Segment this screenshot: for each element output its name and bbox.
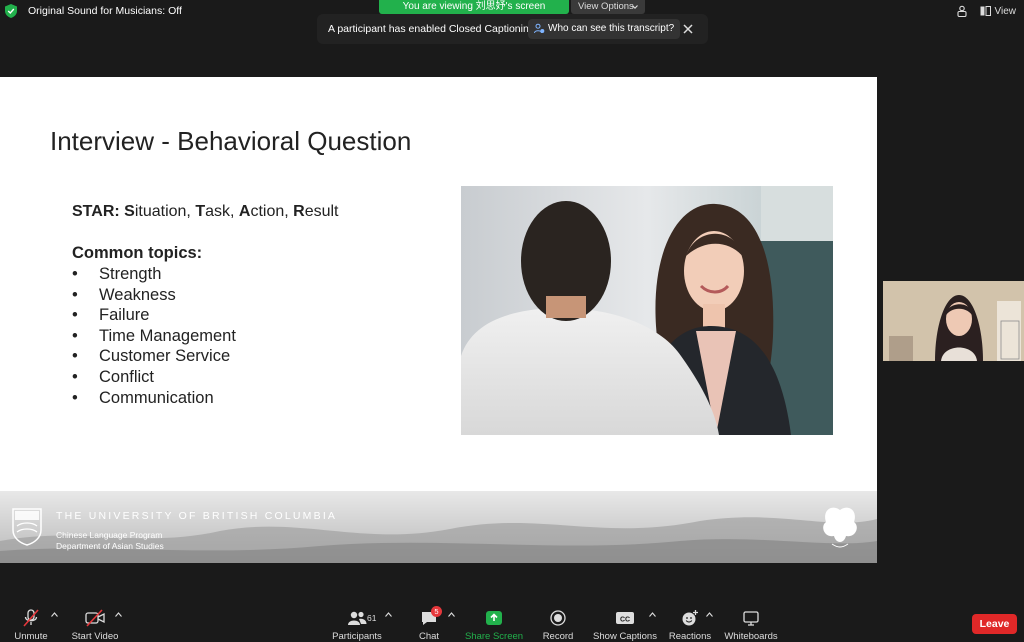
reactions-button[interactable]: Reactions [667, 603, 713, 642]
share-screen-button[interactable]: Share Screen [464, 603, 524, 642]
show-captions-button[interactable]: CC Show Captions [592, 603, 658, 642]
people-icon [534, 23, 545, 34]
list-item: Customer Service [72, 347, 236, 368]
list-item: Time Management [72, 327, 236, 348]
start-video-button[interactable]: Start Video [68, 603, 122, 642]
zoom-meeting-window: Original Sound for Musicians: Off You ar… [0, 0, 1024, 642]
mountain-graphic [0, 517, 877, 563]
flower-emblem-logo [823, 507, 857, 548]
emoji-plus-icon [682, 610, 698, 626]
svg-text:CC: CC [620, 617, 630, 624]
share-screen-icon [486, 611, 502, 625]
meeting-toolbar: Unmute Start Video Participants 61 Chat … [0, 603, 1024, 642]
closed-captions-icon: CC [616, 612, 634, 624]
star-word-situation: ituation, [134, 203, 196, 220]
star-letter-s: S [124, 203, 135, 220]
immersive-view-icon[interactable] [956, 5, 968, 17]
chevron-up-icon[interactable] [115, 612, 122, 617]
list-item: Communication [72, 389, 236, 410]
closed-caption-banner: A participant has enabled Closed Caption… [317, 14, 708, 44]
show-captions-label: Show Captions [593, 631, 657, 642]
view-button[interactable]: View [980, 5, 1017, 17]
star-word-result: esult [304, 203, 339, 220]
department-name: Department of Asian Studies [56, 541, 164, 551]
ubc-crest-logo [12, 508, 42, 546]
star-letter-r: R [293, 203, 305, 220]
top-right-controls: View [956, 5, 1017, 17]
star-letter-t: T [195, 203, 206, 220]
start-video-label: Start Video [71, 631, 119, 642]
who-can-see-label: Who can see this transcript? [548, 23, 675, 34]
participants-label: Participants [332, 631, 382, 642]
unmute-button[interactable]: Unmute [10, 603, 52, 642]
list-item: Failure [72, 306, 236, 327]
unmute-label: Unmute [14, 631, 48, 642]
chevron-up-icon[interactable] [448, 612, 455, 617]
who-can-see-transcript-button[interactable]: Who can see this transcript? [528, 19, 681, 39]
topics-heading: Common topics: [72, 244, 203, 262]
original-sound-status[interactable]: Original Sound for Musicians: Off [28, 5, 182, 17]
whiteboards-label: Whiteboards [724, 631, 778, 642]
video-off-icon [85, 609, 105, 627]
list-item: Weakness [72, 286, 236, 307]
view-options-button[interactable]: View Options [571, 0, 645, 14]
participants-icon [348, 611, 367, 625]
close-icon[interactable] [682, 23, 694, 35]
whiteboard-icon [743, 611, 759, 626]
chevron-up-icon[interactable] [649, 612, 656, 617]
participant-video-thumbnail[interactable] [883, 281, 1024, 361]
shield-icon[interactable] [5, 4, 17, 18]
slide-title: Interview - Behavioral Question [50, 126, 412, 156]
share-screen-label: Share Screen [464, 631, 524, 642]
interview-photo [461, 186, 833, 435]
slide-footer-band [0, 491, 877, 563]
list-item: Strength [72, 265, 236, 286]
chat-unread-badge: 5 [431, 606, 442, 617]
chevron-up-icon[interactable] [706, 612, 713, 617]
chevron-down-icon [632, 5, 638, 10]
muted-microphone-icon [23, 609, 39, 627]
topics-list: Strength Weakness Failure Time Managemen… [72, 265, 236, 409]
program-name: Chinese Language Program [56, 530, 163, 540]
shared-screen-slide: Interview - Behavioral Question STAR: Si… [0, 77, 877, 563]
viewing-screen-indicator: You are viewing 刘思妤's screen [379, 0, 569, 14]
list-item: Conflict [72, 368, 236, 389]
star-word-action: ction, [250, 203, 294, 220]
leave-button[interactable]: Leave [972, 614, 1017, 634]
view-options-label: View Options [578, 1, 634, 12]
star-letter-a: A [238, 203, 251, 220]
record-button[interactable]: Record [538, 603, 578, 642]
star-method-line: STAR: Situation, Task, Action, Result [72, 203, 339, 221]
reactions-label: Reactions [668, 631, 712, 642]
view-label: View [994, 5, 1017, 17]
university-name: THE UNIVERSITY OF BRITISH COLUMBIA [56, 510, 338, 522]
star-word-task: ask, [205, 203, 239, 220]
grid-view-icon [980, 6, 991, 16]
closed-caption-message: A participant has enabled Closed Caption… [328, 23, 535, 35]
star-label: STAR: [72, 203, 120, 220]
chevron-up-icon[interactable] [385, 612, 392, 617]
whiteboards-button[interactable]: Whiteboards [722, 603, 780, 642]
participants-count: 61 [367, 613, 377, 623]
chevron-up-icon[interactable] [51, 612, 58, 617]
chat-label: Chat [418, 631, 440, 642]
record-label: Record [542, 631, 574, 642]
record-icon [550, 610, 566, 626]
